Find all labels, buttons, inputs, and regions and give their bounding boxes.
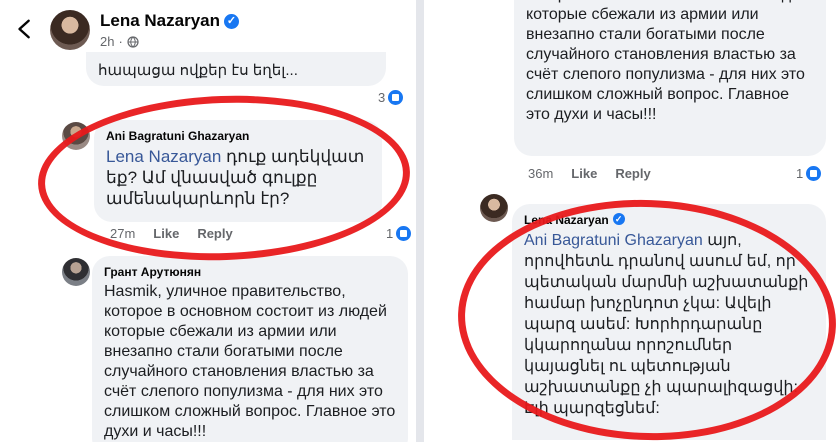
author-avatar[interactable] [50, 10, 90, 50]
commenter-name[interactable]: Ani Bagratuni Ghazaryan [106, 129, 370, 143]
comment-bubble: Lena Nazaryan ✓ Ani Bagratuni Ghazaryan ա… [512, 204, 826, 440]
comment-time[interactable]: 27m [110, 226, 135, 241]
comment-actions: 36m Like Reply [528, 166, 651, 181]
verified-badge-icon: ✓ [224, 14, 239, 29]
like-reaction-icon [396, 226, 412, 241]
commenter-avatar[interactable] [62, 258, 90, 286]
comment-text: Hasmik, уличное правительство, которое в… [104, 283, 396, 440]
post-meta: 2h · [100, 34, 139, 49]
verified-badge-icon: ✓ [612, 213, 625, 225]
panel-divider [416, 0, 424, 442]
comment-text: Ani Bagratuni Ghazaryan այո, որովհետև դր… [524, 232, 809, 417]
comment-bubble: Hasmik, уличное правительство, которое в… [514, 0, 826, 156]
reply-button[interactable]: Reply [615, 166, 650, 181]
like-reaction-icon [806, 166, 822, 181]
comment-time[interactable]: 36m [528, 166, 553, 181]
like-reaction-icon [388, 90, 404, 105]
comment-reactions[interactable]: 1 [386, 226, 412, 241]
left-screenshot: Lena Nazaryan ✓ 2h · հապաց­ա ովքեր էս եղե… [0, 0, 416, 442]
post-time[interactable]: 2h [100, 34, 114, 49]
comment-text: Hasmik, уличное правительство, которое в… [526, 0, 809, 123]
previous-comment-bubble: հապաց­ա ովքեր էս եղել... [86, 52, 386, 86]
reply-button[interactable]: Reply [197, 226, 232, 241]
commenter-avatar[interactable] [62, 122, 90, 150]
comment-actions: 27m Like Reply [110, 226, 233, 241]
mention-link[interactable]: Lena Nazaryan [106, 147, 221, 166]
comment-reactions[interactable]: 1 [796, 166, 822, 181]
commenter-avatar[interactable] [480, 194, 508, 222]
globe-icon [127, 35, 139, 48]
comment-text: Lena Nazaryan դուք ադեկվատ եք? Ամ վնասվա… [106, 147, 365, 208]
commenter-name[interactable]: Грант Арутюнян [104, 265, 396, 279]
author-name[interactable]: Lena Nazaryan ✓ [100, 11, 239, 31]
comment-bubble: Ani Bagratuni Ghazaryan Lena Nazaryan դո… [94, 120, 382, 222]
comment-bubble: Грант Арутюнян Hasmik, уличное правитель… [92, 256, 408, 442]
commenter-name[interactable]: Lena Nazaryan ✓ [524, 213, 814, 227]
previous-comment-reactions[interactable]: 3 [378, 90, 404, 105]
mention-link[interactable]: Ani Bagratuni Ghazaryan [524, 232, 703, 249]
like-button[interactable]: Like [153, 226, 179, 241]
back-arrow-icon[interactable] [14, 18, 36, 40]
like-button[interactable]: Like [571, 166, 597, 181]
previous-comment-text: հապաց­ա ովքեր էս եղել... [98, 62, 298, 79]
right-screenshot: Hasmik, уличное правительство, которое в… [424, 0, 840, 442]
